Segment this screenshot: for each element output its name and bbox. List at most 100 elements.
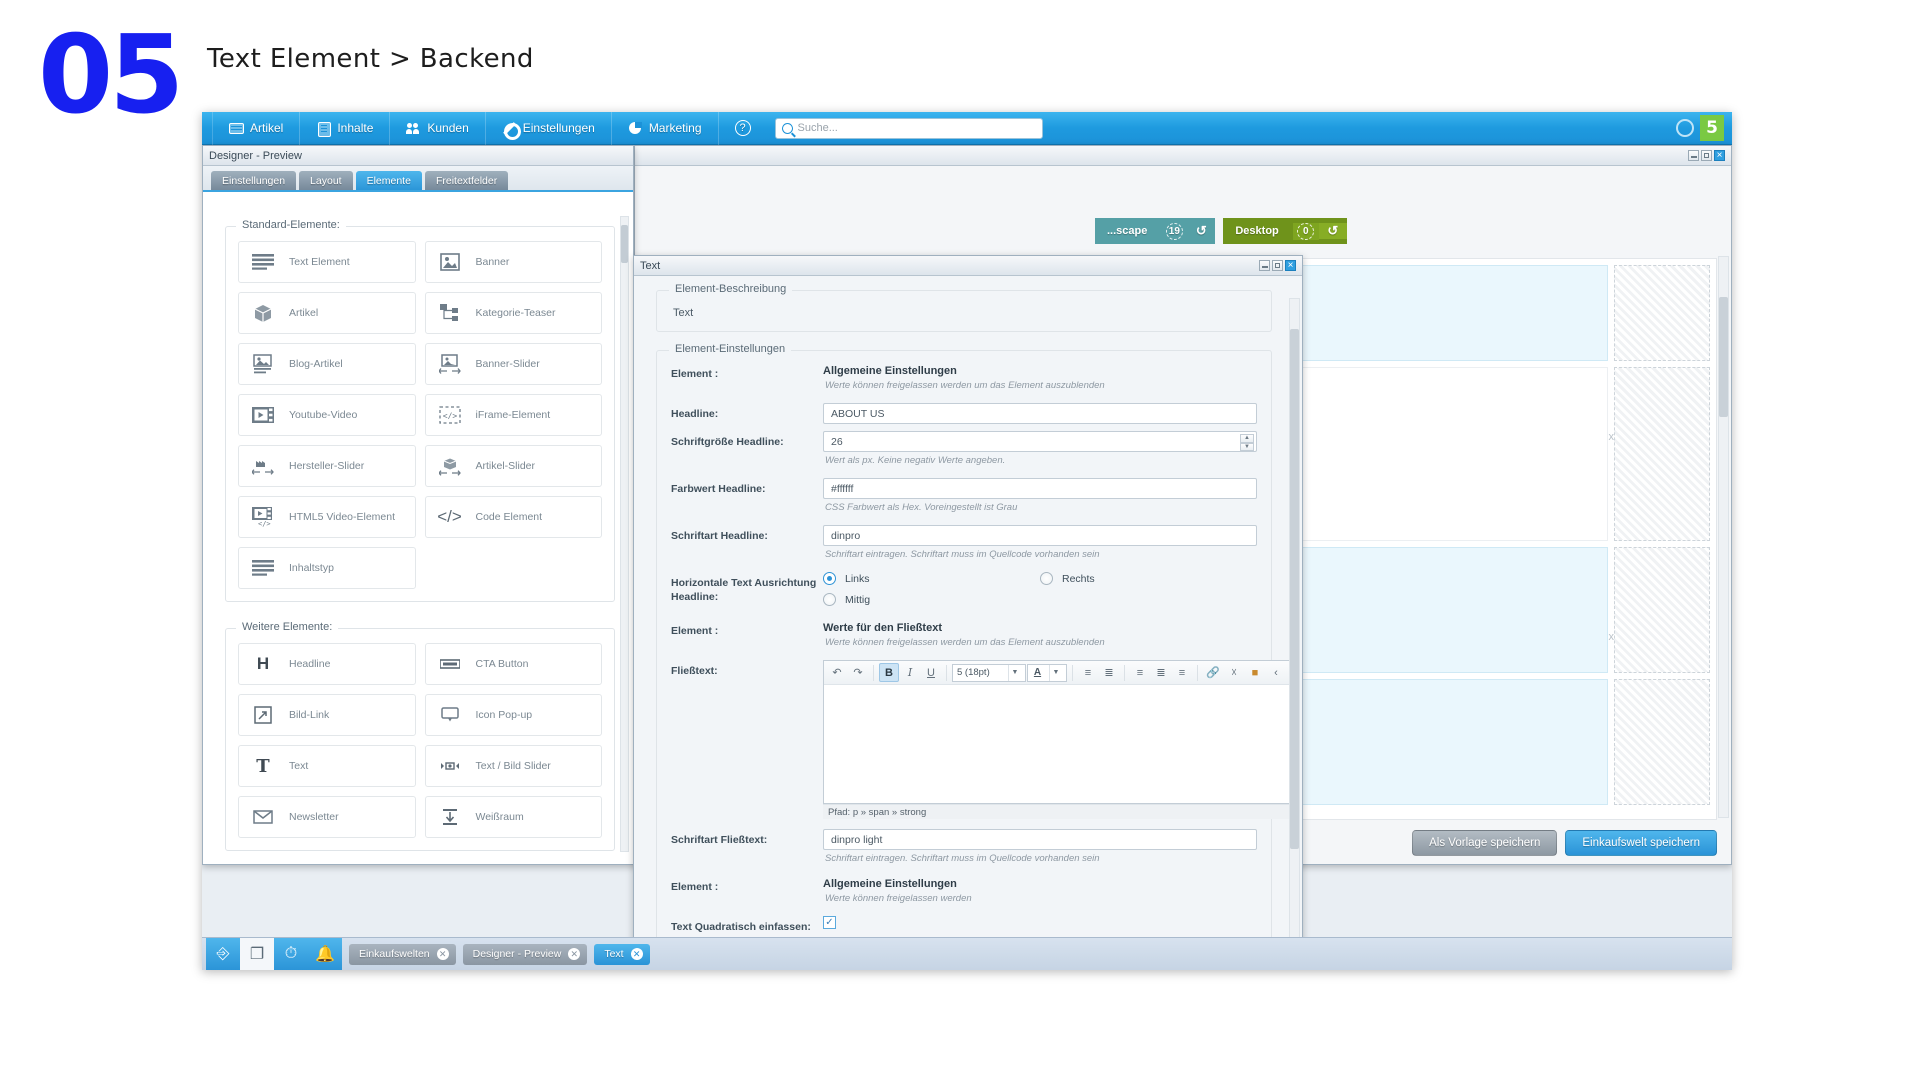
element-card-text-bild-slider[interactable]: Text / Bild Slider <box>424 745 602 787</box>
close-icon[interactable]: ✕ <box>436 948 449 960</box>
element-card-artikel-slider[interactable]: Artikel-Slider <box>424 445 602 487</box>
element-card-icon-popup[interactable]: Icon Pop-up <box>424 694 602 736</box>
globe-icon[interactable] <box>1676 119 1694 137</box>
element-card-blog-artikel[interactable]: Blog-Artikel <box>238 343 416 385</box>
preview-placeholder[interactable] <box>1614 367 1710 541</box>
element-card-inhaltstyp[interactable]: Inhaltstyp <box>238 547 416 589</box>
element-card-html5-video-element[interactable]: </> HTML5 Video-Element <box>238 496 416 538</box>
menu-item-artikel[interactable]: Artikel <box>212 112 301 145</box>
bullet-list-icon[interactable]: ≡ <box>1078 663 1098 682</box>
radio-option-mittig[interactable]: Mittig <box>823 593 1040 606</box>
maximize-icon[interactable] <box>1701 150 1712 161</box>
preview-placeholder[interactable] <box>1614 265 1710 361</box>
preview-scrollbar[interactable] <box>1718 256 1729 818</box>
numbered-list-icon[interactable]: ≣ <box>1099 663 1119 682</box>
scrollbar-thumb[interactable] <box>1290 329 1299 849</box>
menu-item-einstellungen[interactable]: Einstellungen <box>486 112 612 145</box>
element-card-weissraum[interactable]: Weißraum <box>424 796 602 838</box>
link-icon[interactable]: 🔗 <box>1203 663 1223 682</box>
radio-icon[interactable] <box>823 593 836 606</box>
headline-input[interactable]: ABOUT US <box>823 403 1257 424</box>
element-card-newsletter[interactable]: Newsletter <box>238 796 416 838</box>
preview-placeholder[interactable] <box>1614 679 1710 805</box>
underline-icon[interactable]: U <box>921 663 941 682</box>
tab-freitextfelder[interactable]: Freitextfelder <box>424 171 509 190</box>
element-card-cta-button[interactable]: CTA Button <box>424 643 602 685</box>
refresh-icon[interactable]: ↺ <box>1318 223 1347 239</box>
image-icon[interactable]: ■ <box>1245 663 1265 682</box>
text-dialog-scrollbar[interactable] <box>1289 298 1300 941</box>
close-icon[interactable]: ✕ <box>568 948 581 960</box>
device-chip-desktop[interactable]: Desktop 0 ↺ <box>1223 218 1347 244</box>
element-card-headline[interactable]: H Headline <box>238 643 416 685</box>
scrollbar-thumb[interactable] <box>621 225 628 263</box>
device-chip-landscape[interactable]: ...scape 19 ↺ <box>1095 218 1216 244</box>
bold-icon[interactable]: B <box>879 663 899 682</box>
bodytext-font-input[interactable]: dinpro light <box>823 829 1257 850</box>
close-icon[interactable] <box>1285 260 1296 271</box>
remove-icon[interactable]: x <box>1609 631 1615 643</box>
more-icon[interactable]: ‹ <box>1266 663 1286 682</box>
editor-canvas[interactable] <box>824 685 1289 803</box>
element-card-artikel[interactable]: Artikel <box>238 292 416 334</box>
square-wrap-checkbox[interactable]: ✓ <box>823 916 836 929</box>
headline-fontsize-input[interactable]: 26 ▲ ▼ <box>823 431 1257 452</box>
menu-item-kunden[interactable]: Kunden <box>390 112 486 145</box>
text-color-select[interactable]: A ▼ <box>1027 663 1067 682</box>
maximize-icon[interactable] <box>1272 260 1283 271</box>
logout-icon[interactable]: ⎆ <box>206 937 240 970</box>
clock-icon[interactable]: ⏱ <box>274 937 308 970</box>
menu-item-inhalte[interactable]: Inhalte <box>300 112 391 145</box>
element-card-iframe-element[interactable]: </> iFrame-Element <box>424 394 602 436</box>
save-world-button[interactable]: Einkaufswelt speichern <box>1565 830 1717 856</box>
tab-einstellungen[interactable]: Einstellungen <box>211 171 297 190</box>
element-label: Code Element <box>475 511 543 523</box>
align-left-icon[interactable]: ≡ <box>1130 663 1150 682</box>
element-card-banner[interactable]: Banner <box>424 241 602 283</box>
rich-text-editor[interactable]: ↶ ↷ B I U 5 (18pt) ▼ A ▼ ≡ ≣ ≡ ≣ ≡ 🔗 ☓ ■… <box>823 660 1290 804</box>
menu-item-marketing[interactable]: Marketing <box>612 112 719 145</box>
radio-option-rechts[interactable]: Rechts <box>1040 572 1257 585</box>
align-right-icon[interactable]: ≡ <box>1172 663 1192 682</box>
element-card-youtube-video[interactable]: Youtube-Video <box>238 394 416 436</box>
windows-icon[interactable]: ❐ <box>240 937 274 970</box>
spinner-buttons[interactable]: ▲ ▼ <box>1240 434 1254 451</box>
element-card-text-element[interactable]: Text Element <box>238 241 416 283</box>
element-card-code-element[interactable]: </> Code Element <box>424 496 602 538</box>
font-size-select[interactable]: 5 (18pt) ▼ <box>952 663 1026 682</box>
designer-scrollbar[interactable] <box>620 216 629 852</box>
scrollbar-thumb[interactable] <box>1719 297 1728 417</box>
tab-elemente[interactable]: Elemente <box>355 171 422 190</box>
italic-icon[interactable]: I <box>900 663 920 682</box>
align-center-icon[interactable]: ≣ <box>1151 663 1171 682</box>
bell-icon[interactable]: 🔔 <box>308 937 342 970</box>
remove-icon[interactable]: x <box>1609 431 1615 443</box>
element-card-hersteller-slider[interactable]: Hersteller-Slider <box>238 445 416 487</box>
close-icon[interactable] <box>1714 150 1725 161</box>
element-card-text[interactable]: T Text <box>238 745 416 787</box>
element-card-kategorie-teaser[interactable]: Kategorie-Teaser <box>424 292 602 334</box>
radio-icon[interactable] <box>1040 572 1053 585</box>
undo-icon[interactable]: ↶ <box>827 663 847 682</box>
refresh-icon[interactable]: ↺ <box>1187 223 1215 239</box>
headline-color-input[interactable]: #ffffff <box>823 478 1257 499</box>
headline-font-input[interactable]: dinpro <box>823 525 1257 546</box>
menu-item-help[interactable]: ? <box>719 112 767 145</box>
radio-option-links[interactable]: Links <box>823 572 1040 585</box>
redo-icon[interactable]: ↷ <box>848 663 868 682</box>
preview-placeholder[interactable] <box>1614 547 1710 673</box>
search-input[interactable]: Suche... <box>774 117 1043 139</box>
unlink-icon[interactable]: ☓ <box>1224 663 1244 682</box>
task-designer-preview[interactable]: Designer - Preview ✕ <box>462 943 588 965</box>
task-text[interactable]: Text ✕ <box>594 943 650 965</box>
radio-icon[interactable] <box>823 572 836 585</box>
minimize-icon[interactable] <box>1688 150 1699 161</box>
envelope-icon <box>249 803 277 831</box>
minimize-icon[interactable] <box>1259 260 1270 271</box>
save-template-button[interactable]: Als Vorlage speichern <box>1412 830 1558 856</box>
close-icon[interactable]: ✕ <box>630 948 643 960</box>
element-card-bild-link[interactable]: Bild-Link <box>238 694 416 736</box>
task-einkaufswelten[interactable]: Einkaufswelten ✕ <box>349 943 456 965</box>
tab-layout[interactable]: Layout <box>299 171 353 190</box>
element-card-banner-slider[interactable]: Banner-Slider <box>424 343 602 385</box>
